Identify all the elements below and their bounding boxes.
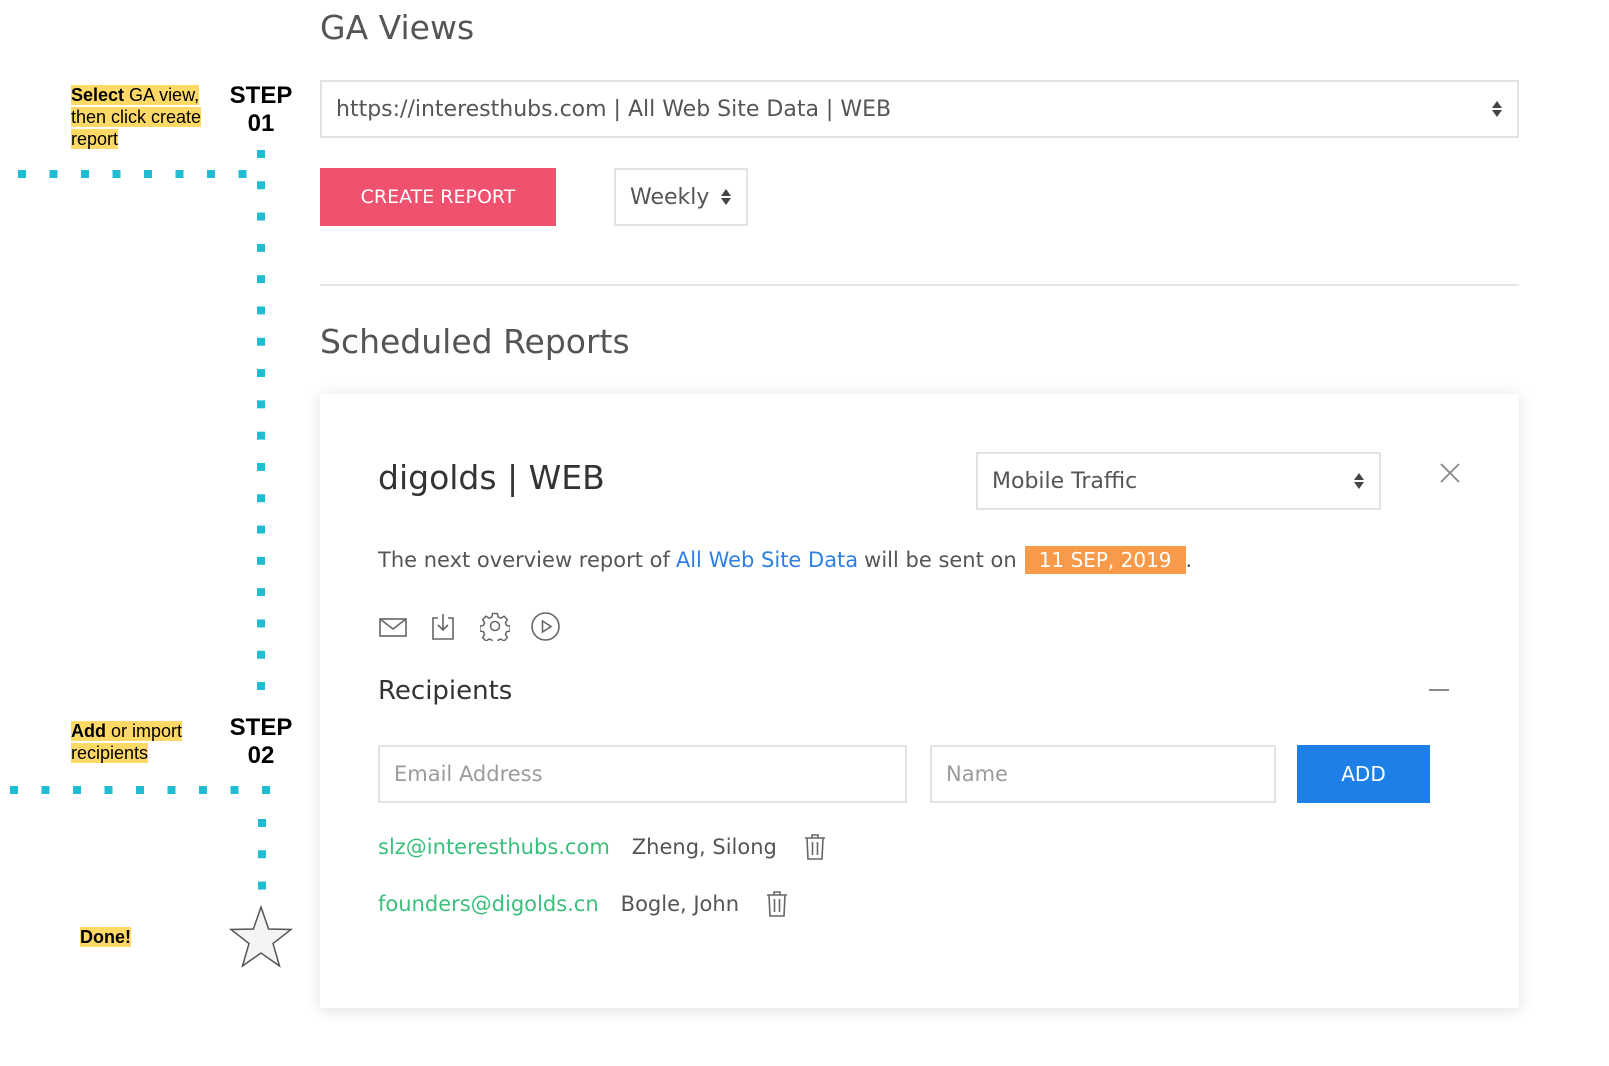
step1-marker: STEP 01 <box>226 82 296 138</box>
name-input[interactable] <box>930 745 1276 803</box>
step1-note: Select GA view, then click create report <box>71 85 202 149</box>
step1-connector-horizontal <box>18 170 268 178</box>
sentence-end: . <box>1185 548 1193 572</box>
recipients-title: Recipients <box>378 676 513 706</box>
download-icon[interactable] <box>430 610 456 642</box>
step2-connector-vertical <box>258 819 266 895</box>
view-link[interactable]: All Web Site Data <box>676 548 858 572</box>
trash-icon[interactable] <box>803 833 827 861</box>
step2-marker: STEP 02 <box>226 714 296 770</box>
select-arrows-icon <box>720 189 732 205</box>
play-icon[interactable] <box>530 611 561 642</box>
step1-number: 01 <box>247 110 275 137</box>
ga-view-select-value: https://interesthubs.com | All Web Site … <box>336 96 892 122</box>
recipient-name: Zheng, Silong <box>631 835 777 859</box>
recipient-row: founders@digolds.cn Bogle, John <box>378 886 789 922</box>
report-type-select-value: Mobile Traffic <box>992 468 1138 494</box>
step2-note: Add or import recipients <box>71 721 183 763</box>
report-type-select[interactable]: Mobile Traffic <box>976 452 1381 510</box>
step1-connector-vertical <box>257 150 265 692</box>
scheduled-reports-title: Scheduled Reports <box>320 322 630 361</box>
step2-number: 02 <box>247 742 275 769</box>
step2-connector-horizontal <box>10 786 272 794</box>
create-report-button[interactable]: CREATE REPORT <box>320 168 556 226</box>
done-note: Done! <box>80 927 131 947</box>
select-arrows-icon <box>1491 101 1503 117</box>
next-report-sentence: The next overview report of All Web Site… <box>378 542 1192 578</box>
sentence-prefix: The next overview report of <box>378 548 670 572</box>
add-recipient-button[interactable]: ADD <box>1297 745 1430 803</box>
star-icon <box>228 904 294 973</box>
close-icon[interactable] <box>1438 461 1462 485</box>
mail-icon[interactable] <box>378 612 408 642</box>
select-arrows-icon <box>1353 473 1365 489</box>
ga-views-title: GA Views <box>320 8 475 47</box>
email-address-input[interactable] <box>378 745 907 803</box>
collapse-icon[interactable] <box>1429 689 1449 691</box>
step2-label: STEP <box>229 714 293 741</box>
frequency-select-value: Weekly <box>630 184 710 210</box>
frequency-select[interactable]: Weekly <box>614 168 748 226</box>
recipient-email[interactable]: slz@interesthubs.com <box>378 835 610 859</box>
gear-icon[interactable] <box>480 611 510 641</box>
recipient-name: Bogle, John <box>620 892 740 916</box>
step1-label: STEP <box>229 82 293 109</box>
sentence-middle: will be sent on <box>864 548 1017 572</box>
trash-icon[interactable] <box>765 890 789 918</box>
recipient-row: slz@interesthubs.com Zheng, Silong <box>378 829 827 865</box>
section-divider <box>320 284 1519 286</box>
date-badge: 11 SEP, 2019 <box>1024 546 1186 574</box>
ga-view-select[interactable]: https://interesthubs.com | All Web Site … <box>320 80 1519 138</box>
recipient-email[interactable]: founders@digolds.cn <box>378 892 599 916</box>
report-card-title: digolds | WEB <box>378 458 605 497</box>
